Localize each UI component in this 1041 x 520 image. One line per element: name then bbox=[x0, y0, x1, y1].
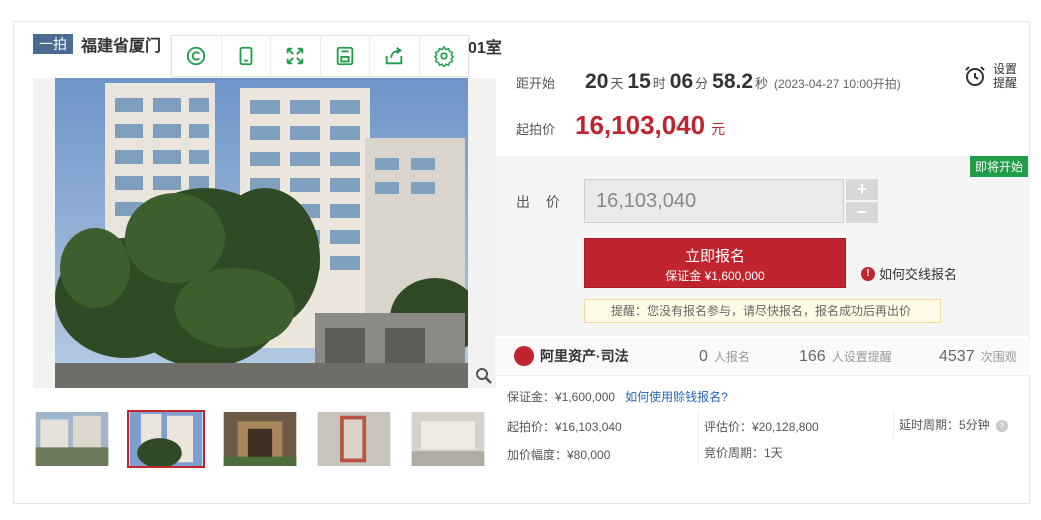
title-row: 一拍 福建省厦门 bbox=[33, 34, 162, 55]
settings-icon bbox=[433, 45, 454, 67]
registration-tip: 提醒：您没有报名参与，请尽快报名，报名成功后再出价 bbox=[584, 299, 941, 323]
bid-price-input[interactable]: 16,103,040 bbox=[584, 179, 844, 223]
detail-increment: 加价幅度：¥80,000 bbox=[507, 448, 611, 462]
reminder-count-value: 166 bbox=[799, 348, 826, 365]
page-title-tail: 01室 bbox=[468, 40, 502, 57]
brand: 阿里资产·司法 bbox=[514, 346, 629, 366]
view-count-label: 次围观 bbox=[980, 350, 1017, 364]
thumbnail-4[interactable] bbox=[315, 410, 393, 468]
copyright-icon bbox=[187, 46, 206, 66]
tablet-icon bbox=[239, 46, 253, 66]
divider bbox=[893, 412, 894, 438]
reminder-count-label: 人设置提醒 bbox=[831, 350, 892, 364]
zoom-icon[interactable] bbox=[475, 367, 493, 385]
how-to-pay-label: 如何交线报名 bbox=[879, 267, 958, 282]
alarm-clock-icon bbox=[965, 66, 985, 86]
fullscreen-icon bbox=[287, 47, 304, 65]
decrease-bid-button[interactable]: − bbox=[846, 202, 878, 223]
bid-label: 出 价 bbox=[516, 194, 566, 210]
countdown-minutes-unit: 分 bbox=[695, 76, 709, 91]
countdown-seconds-unit: 秒 bbox=[755, 76, 769, 91]
page-title: 福建省厦门 bbox=[81, 38, 162, 55]
deposit-text: 保证金：¥1,600,000 bbox=[507, 390, 616, 404]
auction-round-badge: 一拍 bbox=[33, 34, 73, 54]
info-icon: ! bbox=[861, 266, 875, 281]
register-now-label: 立即报名 bbox=[684, 248, 745, 265]
countdown-seconds: 58.2 bbox=[712, 70, 754, 93]
reminder-count: 166 人设置提醒 bbox=[799, 348, 892, 366]
photo-toolbar bbox=[171, 35, 469, 77]
start-price: 起拍价 16,103,040 元 bbox=[516, 110, 725, 141]
start-price-value: 16,103,040 bbox=[575, 110, 706, 140]
save-icon bbox=[336, 46, 353, 66]
view-count: 4537 次围观 bbox=[939, 348, 1017, 366]
start-price-label: 起拍价 bbox=[516, 122, 556, 137]
help-icon[interactable]: ? bbox=[995, 419, 1008, 432]
thumbnail-1[interactable] bbox=[33, 410, 111, 468]
status-badge: 即将开始 bbox=[969, 156, 1028, 177]
divider bbox=[698, 412, 699, 464]
detail-start-price: 起拍价：¥16,103,040 bbox=[507, 420, 622, 434]
signup-count: 0 人报名 bbox=[699, 348, 750, 366]
tool-mobile[interactable] bbox=[222, 36, 271, 76]
thumbnail-2[interactable] bbox=[127, 410, 205, 468]
countdown-hours-unit: 时 bbox=[652, 76, 666, 91]
countdown-minutes: 06 bbox=[669, 70, 694, 93]
countdown: 距开始 20 天 15 时 06 分 58.2 秒 (2023-04-27 10… bbox=[516, 70, 901, 94]
countdown-days: 20 bbox=[585, 70, 609, 93]
bid-panel: 即将开始 出 价 16,103,040 + − 立即报名 保证金 ¥1,600,… bbox=[495, 156, 1030, 336]
loan-signup-link[interactable]: 如何使用赊钱报名? bbox=[625, 388, 728, 405]
ali-assets-logo-icon bbox=[514, 346, 534, 366]
detail-bidding-cycle: 竞价周期：1天 bbox=[704, 446, 783, 460]
tool-share[interactable] bbox=[370, 36, 420, 76]
thumbnail-5[interactable] bbox=[409, 410, 487, 468]
countdown-days-unit: 天 bbox=[610, 76, 624, 91]
tool-copyright[interactable] bbox=[172, 36, 222, 76]
countdown-label: 距开始 bbox=[516, 76, 556, 91]
building-photo bbox=[55, 78, 468, 388]
view-count-value: 4537 bbox=[939, 348, 975, 365]
tool-save[interactable] bbox=[321, 36, 370, 76]
set-reminder-button[interactable]: 设置提醒 bbox=[963, 62, 1021, 90]
deposit-row: 保证金：¥1,600,000 如何使用赊钱报名? bbox=[507, 388, 728, 405]
set-reminder-label: 设置提醒 bbox=[993, 62, 1018, 90]
stats-row: 阿里资产·司法 0 人报名 166 人设置提醒 4537 次围观 bbox=[495, 338, 1030, 376]
register-now-button[interactable]: 立即报名 保证金 ¥1,600,000 bbox=[584, 238, 846, 288]
detail-appraisal-price: 评估价：¥20,128,800 bbox=[704, 420, 819, 434]
tool-settings[interactable] bbox=[420, 36, 469, 76]
detail-delay-period-text: 延时周期：5分钟 bbox=[899, 418, 990, 432]
start-price-unit: 元 bbox=[711, 121, 726, 137]
how-to-pay-link[interactable]: ! 如何交线报名 bbox=[861, 264, 957, 283]
register-deposit-label: 保证金 ¥1,600,000 bbox=[665, 269, 765, 283]
detail-delay-period: 延时周期：5分钟? bbox=[899, 416, 1008, 433]
thumbnail-strip bbox=[33, 410, 487, 468]
increase-bid-button[interactable]: + bbox=[846, 179, 878, 200]
main-photo[interactable] bbox=[33, 78, 496, 388]
signup-count-value: 0 bbox=[699, 348, 708, 365]
start-time-note: (2023-04-27 10:00开拍) bbox=[774, 77, 901, 91]
signup-count-label: 人报名 bbox=[713, 350, 750, 364]
countdown-hours: 15 bbox=[627, 70, 651, 93]
bid-stepper: + − bbox=[846, 179, 878, 223]
tool-fullscreen[interactable] bbox=[271, 36, 321, 76]
thumbnail-3[interactable] bbox=[221, 410, 299, 468]
brand-name: 阿里资产·司法 bbox=[540, 348, 629, 364]
share-icon bbox=[386, 47, 403, 65]
